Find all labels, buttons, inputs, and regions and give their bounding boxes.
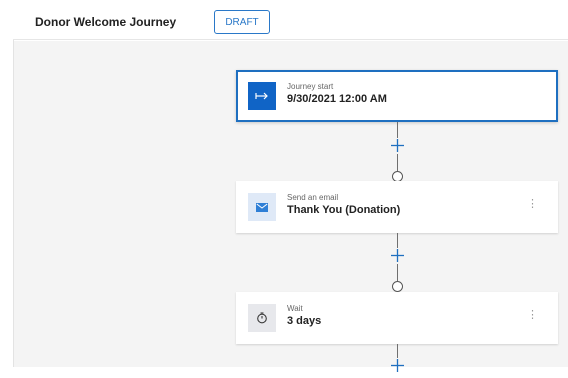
arrow-right-bar-icon [248,82,276,110]
connector-line [397,344,398,358]
tile-label: Send an email [287,193,339,202]
connector-node-circle [392,281,403,292]
send-email-tile[interactable]: Send an email Thank You (Donation) ⋮ [236,181,558,233]
more-options-icon[interactable]: ⋮ [527,199,538,210]
wait-tile[interactable]: Wait 3 days ⋮ [236,292,558,344]
timer-icon [248,304,276,332]
connector-line [397,264,398,281]
connector-line [397,233,398,248]
journey-start-tile[interactable]: Journey start 9/30/2021 12:00 AM [236,70,558,122]
tile-value: 9/30/2021 12:00 AM [287,93,387,105]
tile-value: Thank You (Donation) [287,204,401,216]
status-badge: DRAFT [214,10,270,34]
tile-label: Journey start [287,82,334,91]
connector-line [397,154,398,171]
tile-value: 3 days [287,315,322,327]
envelope-icon [248,193,276,221]
tile-label: Wait [287,304,303,313]
connector-line [397,122,398,138]
journey-title: Donor Welcome Journey [35,15,177,29]
add-step-plus-icon[interactable] [390,248,405,263]
journey-header: Donor Welcome Journey DRAFT [13,0,568,40]
add-step-plus-icon[interactable] [390,138,405,153]
more-options-icon[interactable]: ⋮ [527,310,538,321]
add-step-plus-icon[interactable] [390,358,405,373]
